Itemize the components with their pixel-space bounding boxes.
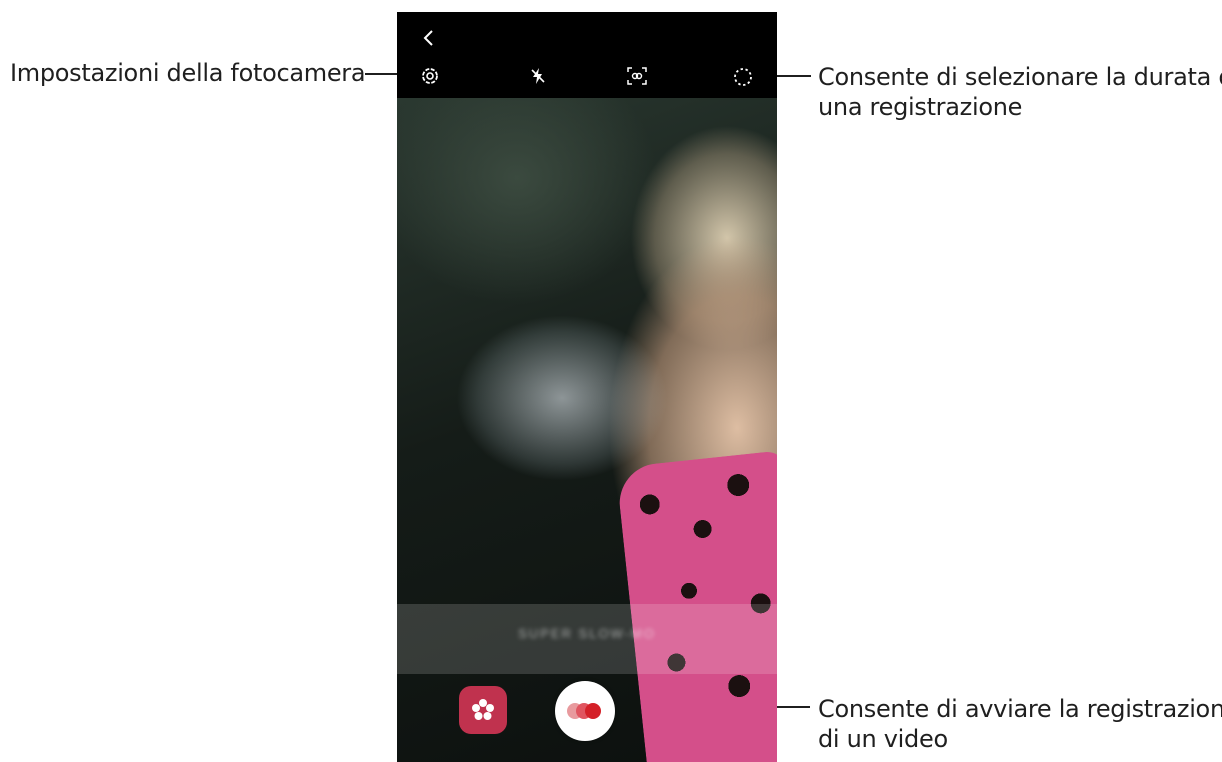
effects-icon xyxy=(472,699,494,720)
record-icon xyxy=(567,703,601,719)
flash-off-icon[interactable] xyxy=(527,65,549,87)
callout-duration-line2: una registrazione xyxy=(818,93,1023,121)
camera-top-bar xyxy=(397,12,777,98)
callout-settings: Impostazioni della fotocamera xyxy=(10,58,366,88)
callout-record-line1: Consente di avviare la registrazione xyxy=(818,695,1222,723)
callout-duration: Consente di selezionare la durata di una… xyxy=(818,62,1222,122)
camera-viewfinder[interactable]: SUPER SLOW-MO xyxy=(397,98,777,762)
callout-settings-text: Impostazioni della fotocamera xyxy=(10,59,366,87)
callout-record: Consente di avviare la registrazione di … xyxy=(818,694,1222,754)
callout-record-line2: di un video xyxy=(818,725,948,753)
phone-screen: SUPER SLOW-MO xyxy=(397,12,777,762)
record-button[interactable] xyxy=(555,681,615,741)
back-icon[interactable] xyxy=(421,28,437,48)
callout-duration-line1: Consente di selezionare la durata di xyxy=(818,63,1222,91)
motion-detection-icon[interactable] xyxy=(625,65,649,87)
mode-label[interactable]: SUPER SLOW-MO xyxy=(397,626,777,641)
settings-icon[interactable] xyxy=(419,65,441,87)
recording-duration-icon[interactable] xyxy=(731,65,755,89)
effects-button[interactable] xyxy=(459,686,507,734)
